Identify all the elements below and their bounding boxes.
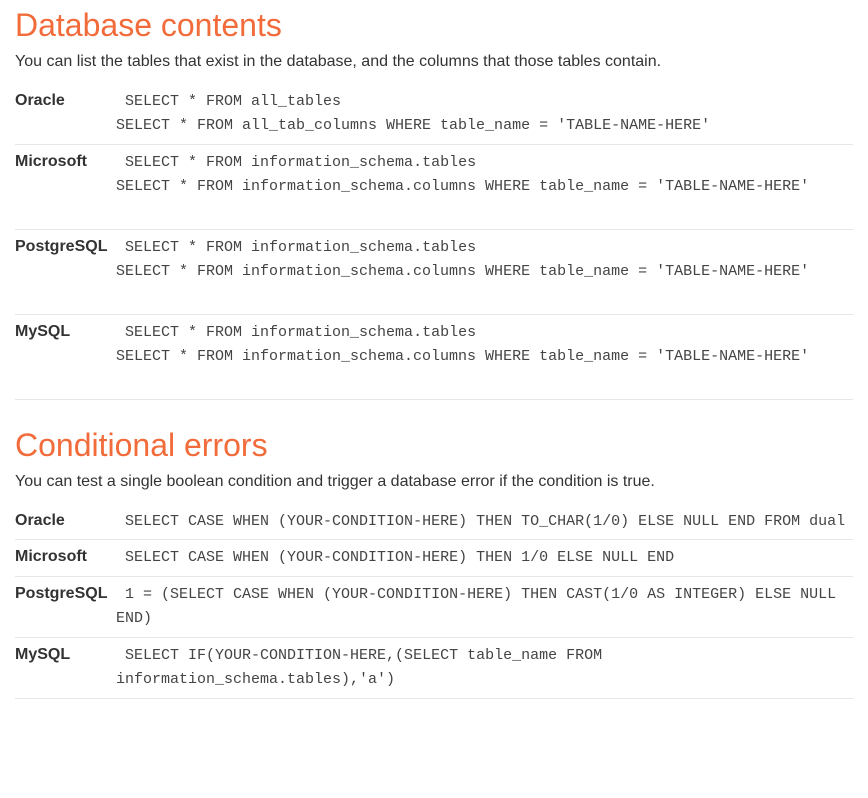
section-title: Conditional errors — [15, 426, 268, 463]
table-row: PostgreSQL SELECT * FROM information_sch… — [15, 229, 853, 315]
query-code[interactable]: SELECT CASE WHEN (YOUR-CONDITION-HERE) T… — [116, 503, 853, 541]
table-row: Microsoft SELECT CASE WHEN (YOUR-CONDITI… — [15, 539, 853, 577]
db-name: PostgreSQL — [15, 576, 116, 638]
query-code[interactable]: SELECT * FROM information_schema.tables … — [116, 314, 853, 399]
query-code[interactable]: SELECT IF(YOUR-CONDITION-HERE,(SELECT ta… — [116, 637, 853, 698]
section-intro: You can list the tables that exist in th… — [15, 53, 662, 71]
db-name: PostgreSQL — [15, 229, 116, 315]
db-name: Microsoft — [15, 539, 116, 577]
db-name: Oracle — [15, 83, 116, 145]
query-code[interactable]: SELECT * FROM information_schema.tables … — [116, 229, 853, 315]
table-row: Oracle SELECT CASE WHEN (YOUR-CONDITION-… — [15, 503, 853, 541]
query-code[interactable]: 1 = (SELECT CASE WHEN (YOUR-CONDITION-HE… — [116, 576, 853, 638]
query-code[interactable]: SELECT * FROM information_schema.tables … — [116, 144, 853, 230]
query-code[interactable]: SELECT CASE WHEN (YOUR-CONDITION-HERE) T… — [116, 539, 853, 577]
section-database-contents: Database contents You can list the table… — [15, 0, 853, 400]
table-row: Microsoft SELECT * FROM information_sche… — [15, 144, 853, 230]
section-divider — [15, 697, 853, 699]
section-intro: You can test a single boolean condition … — [15, 473, 655, 491]
section-conditional-errors: Conditional errors You can test a single… — [15, 400, 853, 699]
section-title: Database contents — [15, 7, 282, 43]
query-table: Oracle SELECT * FROM all_tables SELECT *… — [15, 83, 853, 399]
table-row: MySQL SELECT IF(YOUR-CONDITION-HERE,(SEL… — [15, 637, 853, 698]
db-name: Microsoft — [15, 144, 116, 230]
db-name: MySQL — [15, 322, 71, 340]
table-row: Oracle SELECT * FROM all_tables SELECT *… — [15, 83, 853, 145]
query-table: Oracle SELECT CASE WHEN (YOUR-CONDITION-… — [15, 503, 853, 698]
db-name: MySQL — [15, 645, 71, 663]
table-row: MySQL SELECT * FROM information_schema.t… — [15, 314, 853, 399]
query-code[interactable]: SELECT * FROM all_tables SELECT * FROM a… — [116, 83, 853, 145]
table-row: PostgreSQL 1 = (SELECT CASE WHEN (YOUR-C… — [15, 576, 853, 638]
cheat-sheet-page: Database contents You can list the table… — [0, 0, 868, 699]
db-name: Oracle — [15, 503, 116, 541]
